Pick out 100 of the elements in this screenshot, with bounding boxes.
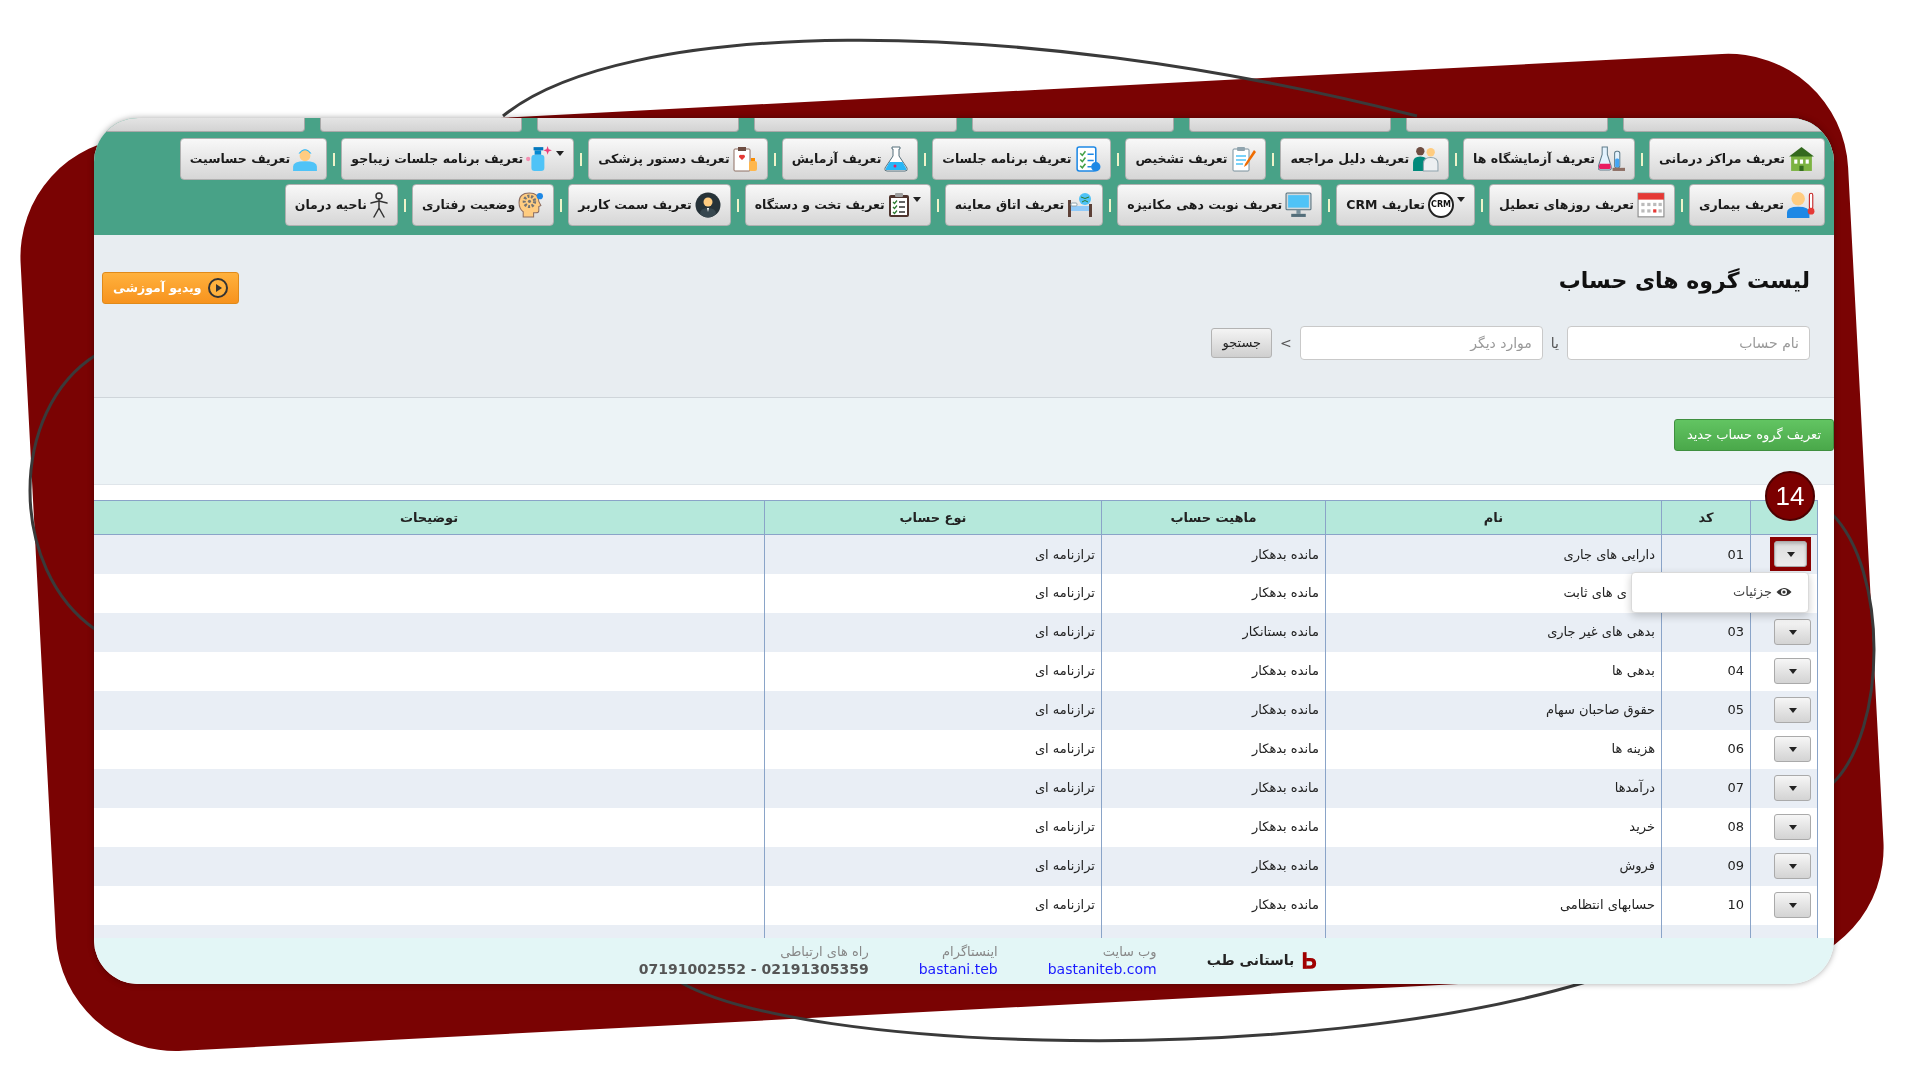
table-cell: مانده بدهکار — [1101, 846, 1326, 886]
menu-button[interactable]: تعریف دستور پزشکی — [588, 138, 768, 180]
row-menu-button[interactable] — [1774, 619, 1811, 645]
search-button[interactable]: جستجو — [1211, 328, 1273, 358]
table-cell: دارایی های جاری — [1325, 534, 1662, 574]
caret-icon — [1788, 629, 1797, 635]
search-field[interactable]: موارد دیگر — [1299, 326, 1543, 360]
menu-button[interactable]: تعریف مراکز درمانی — [1648, 138, 1825, 180]
table-cell: مانده بدهکار — [1101, 690, 1326, 730]
menu-item[interactable]: جزئیات — [1733, 582, 1792, 602]
caret-icon — [1788, 785, 1797, 791]
caret-icon — [1786, 551, 1795, 557]
row-menu-button[interactable] — [1774, 697, 1811, 723]
table-cell: مانده بدهکار — [1101, 573, 1326, 613]
table-cell: مانده بستانکار — [1101, 612, 1326, 652]
table-cell: مانده بدهکار — [1101, 651, 1326, 691]
table-cell: 05 — [1661, 690, 1751, 730]
monitor-icon — [1285, 192, 1313, 218]
menu-button[interactable]: تعریف نوبت دهی مکانیزه — [1117, 184, 1323, 226]
row-menu-button[interactable] — [1774, 658, 1811, 684]
column-header: کد — [1661, 500, 1751, 535]
clipboard-checklist-icon — [887, 192, 910, 218]
table-cell: 06 — [1661, 729, 1751, 769]
table-cell: حقوق صاحبان سهام — [1325, 690, 1662, 730]
menu-button[interactable]: تعریف سمت کاربر — [568, 184, 731, 226]
brand-logo-icon — [1302, 951, 1318, 971]
bed-icon — [1067, 192, 1094, 218]
brand-name: باستانی طب — [1206, 951, 1295, 971]
hospital-building-icon — [1788, 146, 1815, 172]
head-gear-icon — [518, 192, 545, 218]
table-cell: مانده بدهکار — [1101, 768, 1326, 808]
table-cell: مانده بدهکار — [1101, 729, 1326, 769]
table-cell: بدهی های غیر جاری — [1325, 612, 1662, 652]
caret-icon — [1788, 824, 1797, 830]
menu-button[interactable]: وضعیت رفتاری — [411, 184, 555, 226]
row-menu-button[interactable] — [1774, 775, 1811, 801]
contact-label: وب سایت — [1102, 942, 1157, 961]
table-cell: 09 — [1661, 846, 1751, 886]
menu-button[interactable]: تعریف آزمایش — [781, 138, 919, 180]
row-menu-button[interactable] — [1774, 736, 1811, 762]
menu-button[interactable]: تعریف بیماری — [1689, 184, 1825, 226]
contact-label: راه های ارتباطی — [780, 942, 869, 961]
table-cell: درآمدها — [1325, 768, 1662, 808]
table-cell: ترازنامه ای — [764, 729, 1102, 769]
table-cell: هزینه ها — [1325, 729, 1662, 769]
column-header: نام — [1325, 500, 1662, 535]
table-cell: بدهی ها — [1325, 651, 1662, 691]
lab-flasks-icon — [1597, 146, 1625, 172]
table-cell: ترازنامه ای — [764, 651, 1102, 691]
table-cell: ترازنامه ای — [764, 534, 1102, 574]
caret-icon — [1788, 863, 1797, 869]
table-cell: ترازنامه ای — [764, 768, 1102, 808]
crm-logo: CRM — [1428, 192, 1455, 218]
table-cell: ترازنامه ای — [764, 846, 1102, 886]
table-cell: ترازنامه ای — [764, 690, 1102, 730]
user-silhouette-icon — [694, 192, 721, 218]
table-cell: حسابهای انتظامی — [1325, 885, 1662, 925]
checklist-icon — [1074, 146, 1102, 172]
or-label: یا — [1549, 333, 1560, 353]
table-cell: خرید — [1325, 807, 1662, 847]
spray-bottle-icon — [526, 146, 554, 172]
play-circle-icon — [207, 278, 228, 298]
caret-icon — [1788, 668, 1797, 674]
calendar-icon — [1637, 192, 1665, 218]
menu-button[interactable]: تعریف آزمایشگاه ها — [1463, 138, 1635, 180]
search-field[interactable]: نام حساب — [1567, 326, 1810, 360]
row-menu-button[interactable] — [1774, 814, 1811, 840]
table-cell: مانده بدهکار — [1101, 885, 1326, 925]
table-cell: 03 — [1661, 612, 1751, 652]
two-people-icon — [1412, 146, 1440, 172]
table-cell: 01 — [1661, 534, 1751, 574]
eye-icon — [1776, 586, 1792, 598]
caret-icon — [1788, 707, 1797, 713]
menu-button[interactable]: تعریف دلیل مراجعه — [1280, 138, 1450, 180]
clipboard-bottle-icon — [732, 146, 758, 172]
table-cell: 07 — [1661, 768, 1751, 808]
page-title: لیست گروه های حساب — [1558, 267, 1810, 296]
row-menu-button[interactable] — [1774, 853, 1811, 879]
column-header: نوع حساب — [764, 500, 1102, 535]
contact-label: اینستاگرام — [942, 942, 998, 961]
menu-button[interactable]: تعریف اتاق معاینه — [944, 184, 1104, 226]
separator-text: > — [1279, 333, 1293, 353]
table-cell: مانده بدهکار — [1101, 807, 1326, 847]
menu-button[interactable]: ناحیه درمان — [284, 184, 398, 226]
contact-link[interactable]: bastaniteb.com — [1047, 960, 1157, 979]
menu-button[interactable]: تعریف برنامه جلسات — [932, 138, 1112, 180]
menu-button[interactable]: تعریف برنامه جلسات زیباجو — [341, 138, 575, 180]
table-cell: ترازنامه ای — [764, 612, 1102, 652]
person-thermometer-icon — [1787, 192, 1815, 218]
menu-button[interactable]: تعریف تخت و دستگاه — [744, 184, 931, 226]
table-cell: 10 — [1661, 885, 1751, 925]
table-cell: ترازنامه ای — [764, 573, 1102, 613]
nurse-icon — [293, 146, 318, 172]
menu-button[interactable]: تعریف حساسیت — [179, 138, 328, 180]
menu-button[interactable]: تعریف روزهای تعطیل — [1489, 184, 1675, 226]
row-menu-button[interactable] — [1774, 892, 1811, 918]
contact-link[interactable]: bastani.teb — [918, 960, 998, 979]
menu-button[interactable]: تعریف تشخیص — [1125, 138, 1267, 180]
table-cell: ترازنامه ای — [764, 807, 1102, 847]
caret-icon — [1788, 746, 1797, 752]
